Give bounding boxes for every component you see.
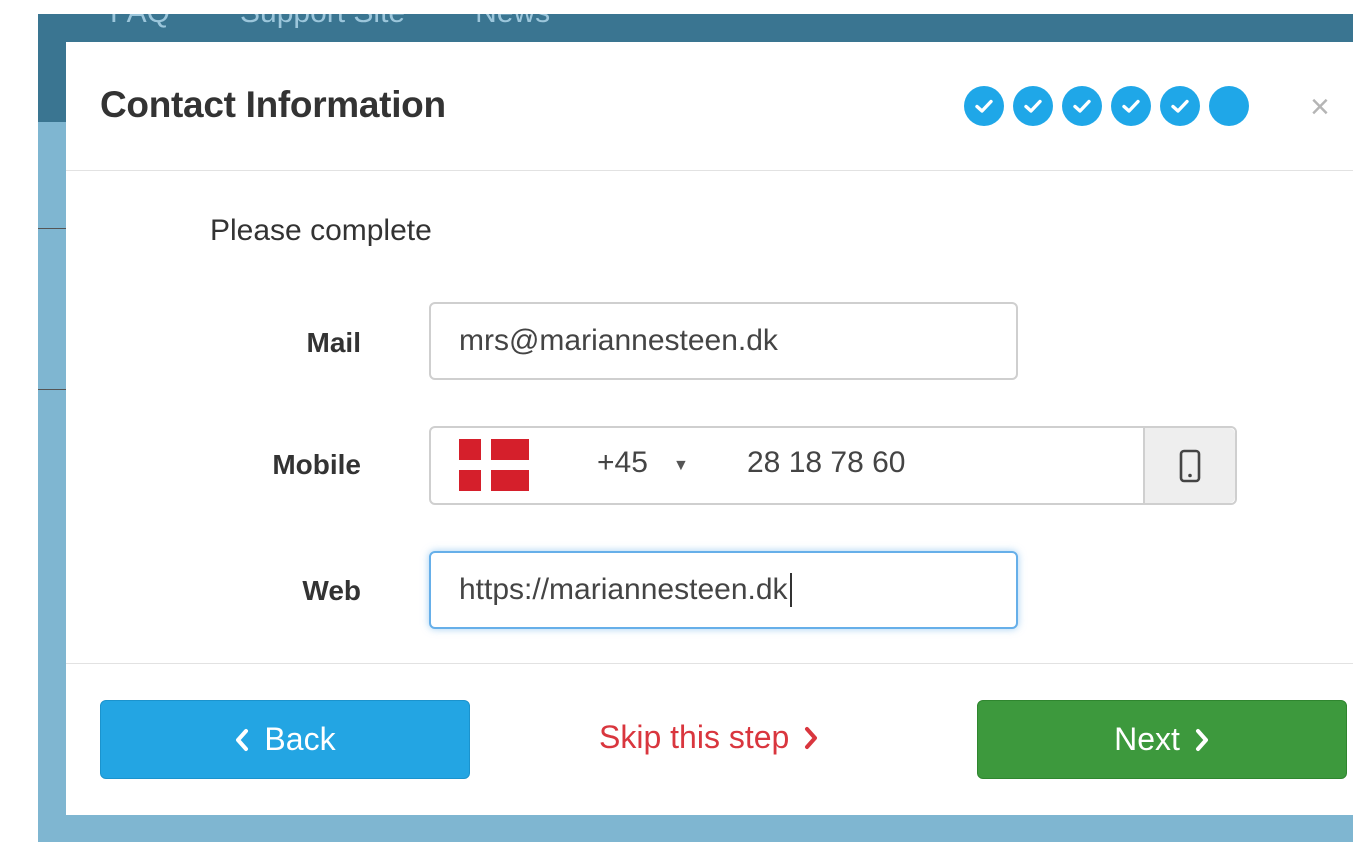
step-1-complete-icon	[964, 86, 1004, 126]
step-2-complete-icon	[1013, 86, 1053, 126]
background-frame	[38, 228, 68, 390]
back-button[interactable]: Back	[100, 700, 470, 779]
footer-divider	[66, 663, 1353, 664]
chevron-right-icon	[805, 726, 818, 749]
mobile-input-group: +45 ▼ 28 18 78 60	[429, 426, 1237, 505]
background-nav-faq: FAQ	[110, 14, 170, 44]
mobile-phone-icon	[1143, 428, 1235, 503]
background-nav-news: News	[475, 14, 550, 44]
step-6-current-icon	[1209, 86, 1249, 126]
caret-down-icon[interactable]: ▼	[673, 446, 689, 486]
next-button[interactable]: Next	[977, 700, 1347, 779]
form-intro: Please complete	[210, 214, 432, 247]
mail-label: Mail	[306, 327, 361, 358]
chevron-left-icon	[236, 728, 249, 751]
back-button-label: Back	[264, 721, 336, 757]
mail-input[interactable]: mrs@mariannesteen.dk	[429, 302, 1018, 380]
mail-value: mrs@mariannesteen.dk	[459, 324, 778, 357]
mobile-label: Mobile	[272, 449, 361, 480]
dial-code-select[interactable]: +45	[597, 446, 648, 480]
web-value: https://mariannesteen.dk	[459, 573, 788, 606]
chevron-right-icon	[1195, 728, 1208, 751]
web-label: Web	[302, 575, 361, 606]
background-nav-support: Support Site	[240, 14, 405, 44]
close-icon[interactable]: ×	[1310, 90, 1330, 124]
modal-header: Contact Information ×	[66, 42, 1353, 171]
step-progress	[964, 86, 1249, 126]
skip-step-link[interactable]: Skip this step	[599, 719, 819, 756]
web-input[interactable]: https://mariannesteen.dk	[429, 551, 1018, 629]
modal-title: Contact Information	[100, 84, 446, 125]
next-button-label: Next	[1114, 721, 1180, 757]
step-5-complete-icon	[1160, 86, 1200, 126]
denmark-flag-icon[interactable]	[459, 439, 529, 491]
step-4-complete-icon	[1111, 86, 1151, 126]
skip-step-label: Skip this step	[599, 719, 790, 755]
contact-information-modal: Contact Information × Please complete Ma…	[66, 42, 1353, 815]
background-nav: FAQ Support Site News	[110, 14, 550, 44]
mobile-input[interactable]: 28 18 78 60	[747, 446, 905, 480]
text-caret	[789, 573, 792, 607]
step-3-complete-icon	[1062, 86, 1102, 126]
